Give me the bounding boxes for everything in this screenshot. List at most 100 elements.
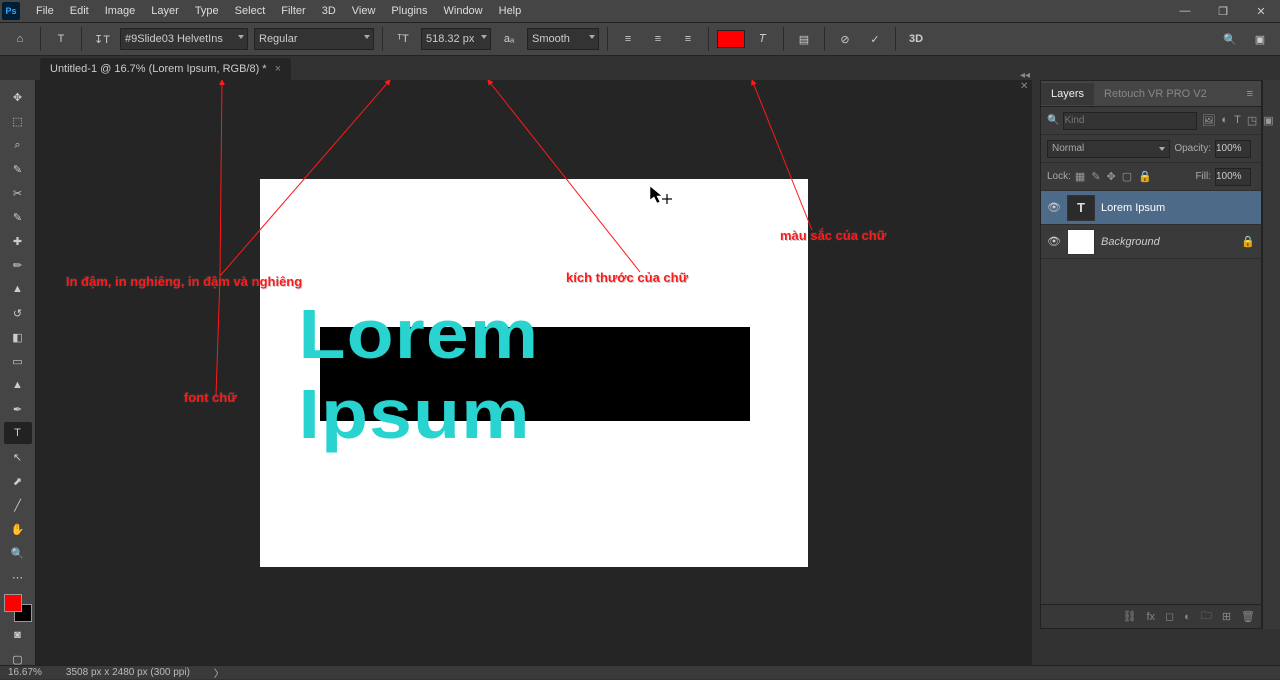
menu-edit[interactable]: Edit <box>62 2 97 20</box>
marquee-tool[interactable]: ⬚ <box>4 110 32 132</box>
align-center-icon[interactable]: ≡ <box>646 27 670 51</box>
layer-style-icon[interactable]: fx <box>1146 611 1155 623</box>
character-panel-icon[interactable]: ▤ <box>792 27 816 51</box>
annotation-font-color: màu sắc của chữ <box>780 228 886 243</box>
three-d-icon[interactable]: 3D <box>904 27 928 51</box>
adjustment-icon[interactable]: ◐ <box>1184 611 1191 623</box>
menu-layer[interactable]: Layer <box>143 2 187 20</box>
link-layers-icon[interactable]: ⛓ <box>1122 610 1136 623</box>
eyedropper-tool[interactable]: ✎ <box>4 206 32 228</box>
path-select-tool[interactable]: ↖ <box>4 446 32 468</box>
quick-select-tool[interactable]: ✎ <box>4 158 32 180</box>
layer-item-background[interactable]: 👁 Background 🔒 <box>1041 225 1261 259</box>
font-size-value: 518.32 px <box>426 33 474 45</box>
move-tool[interactable]: ✥ <box>4 86 32 108</box>
text-color-swatch[interactable] <box>717 30 745 48</box>
menu-window[interactable]: Window <box>436 2 491 20</box>
menu-3d[interactable]: 3D <box>314 2 344 20</box>
document-tab[interactable]: Untitled-1 @ 16.7% (Lorem Ipsum, RGB/8) … <box>40 58 291 80</box>
cancel-icon[interactable]: ⊘ <box>833 27 857 51</box>
stamp-tool[interactable]: ▲ <box>4 278 32 300</box>
menu-file[interactable]: File <box>28 2 62 20</box>
text-orientation-icon[interactable]: ↧T <box>90 27 114 51</box>
menu-type[interactable]: Type <box>187 2 227 20</box>
layer-item-text[interactable]: 👁 T Lorem Ipsum <box>1041 191 1261 225</box>
menu-select[interactable]: Select <box>227 2 274 20</box>
opacity-input[interactable] <box>1215 140 1251 158</box>
layer-filter-input[interactable] <box>1063 112 1197 130</box>
lock-artboard-icon[interactable]: ▢ <box>1122 170 1132 183</box>
pen-tool[interactable]: ✒ <box>4 398 32 420</box>
fill-label: Fill: <box>1195 171 1211 182</box>
panel-menu-icon[interactable]: ≡ <box>1239 88 1261 100</box>
home-icon[interactable]: ⌂ <box>8 27 32 51</box>
close-tab-icon[interactable]: × <box>275 63 281 75</box>
gradient-tool[interactable]: ▭ <box>4 350 32 372</box>
direct-select-tool[interactable]: ⬈ <box>4 470 32 492</box>
filter-shape-icon[interactable]: ◳ <box>1247 114 1257 127</box>
layer-mask-icon[interactable]: ◻ <box>1165 610 1174 623</box>
menu-help[interactable]: Help <box>491 2 530 20</box>
fill-input[interactable] <box>1215 168 1251 186</box>
lock-all-icon[interactable]: 🔒 <box>1138 170 1152 183</box>
font-size-dropdown[interactable]: 518.32 px <box>421 28 491 50</box>
line-tool[interactable]: ╱ <box>4 494 32 516</box>
canvas-area[interactable]: Lorem Ipsum In đậm, in nghiêng, in đậm v… <box>36 80 1032 665</box>
filter-adjust-icon[interactable]: ◐ <box>1221 114 1228 127</box>
visibility-toggle-icon[interactable]: 👁 <box>1047 235 1061 249</box>
lock-brush-icon[interactable]: ✎ <box>1091 170 1100 183</box>
align-right-icon[interactable]: ≡ <box>676 27 700 51</box>
type-tool[interactable]: T <box>4 422 32 444</box>
font-family-dropdown[interactable]: #9Slide03 HelvetIns <box>120 28 248 50</box>
layers-panel-footer: ⛓ fx ◻ ◐ 🗀 ⊞ 🗑 <box>1041 604 1261 628</box>
window-minimize[interactable]: — <box>1166 0 1204 22</box>
align-left-icon[interactable]: ≡ <box>616 27 640 51</box>
edit-toolbar[interactable]: ⋯ <box>4 566 32 588</box>
zoom-tool[interactable]: 🔍 <box>4 542 32 564</box>
zoom-readout[interactable]: 16.67% <box>8 667 42 678</box>
tab-retouch[interactable]: Retouch VR PRO V2 <box>1094 83 1217 105</box>
lasso-tool[interactable]: ⌕ <box>4 134 32 156</box>
lock-position-icon[interactable]: ✥ <box>1107 170 1116 183</box>
lock-pixels-icon[interactable]: ▦ <box>1075 170 1085 183</box>
eraser-tool[interactable]: ◧ <box>4 326 32 348</box>
opacity-label: Opacity: <box>1174 143 1211 154</box>
workspace-switcher-icon[interactable]: ▣ <box>1248 27 1272 51</box>
antialias-dropdown[interactable]: Smooth <box>527 28 599 50</box>
new-layer-icon[interactable]: ⊞ <box>1222 610 1231 623</box>
warp-text-icon[interactable]: 𝑇 <box>751 27 775 51</box>
layer-thumbnail[interactable]: T <box>1067 195 1095 221</box>
hand-tool[interactable]: ✋ <box>4 518 32 540</box>
filter-smart-icon[interactable]: ▣ <box>1263 114 1273 127</box>
layer-thumbnail[interactable] <box>1067 229 1095 255</box>
filter-image-icon[interactable]: 🖼 <box>1201 114 1215 127</box>
panel-collapse[interactable]: ◂◂ ✕ <box>1020 70 1040 92</box>
menu-view[interactable]: View <box>344 2 384 20</box>
search-icon[interactable]: 🔍 <box>1218 27 1242 51</box>
status-caret-icon[interactable]: 〉 <box>214 665 224 680</box>
menu-plugins[interactable]: Plugins <box>383 2 435 20</box>
menu-filter[interactable]: Filter <box>273 2 313 20</box>
visibility-toggle-icon[interactable]: 👁 <box>1047 201 1061 215</box>
filter-type-icon[interactable]: T <box>1234 114 1241 127</box>
color-swatches[interactable] <box>4 594 32 622</box>
delete-layer-icon[interactable]: 🗑 <box>1241 610 1255 623</box>
commit-icon[interactable]: ✓ <box>863 27 887 51</box>
foreground-color[interactable] <box>4 594 22 612</box>
healing-tool[interactable]: ✚ <box>4 230 32 252</box>
quickmask-tool[interactable]: ◙ <box>4 624 32 646</box>
artboard[interactable]: Lorem Ipsum <box>260 179 808 567</box>
window-restore[interactable]: ❐ <box>1204 0 1242 22</box>
blend-mode-dropdown[interactable]: Normal <box>1047 140 1170 158</box>
history-brush-tool[interactable]: ↺ <box>4 302 32 324</box>
text-layer-selection[interactable]: Lorem Ipsum <box>320 327 750 421</box>
brush-tool[interactable]: ✏ <box>4 254 32 276</box>
blur-tool[interactable]: ▲ <box>4 374 32 396</box>
tab-layers[interactable]: Layers <box>1041 83 1094 105</box>
group-icon[interactable]: 🗀 <box>1201 607 1212 626</box>
font-style-dropdown[interactable]: Regular <box>254 28 374 50</box>
menu-image[interactable]: Image <box>97 2 144 20</box>
collapsed-panel-strip[interactable] <box>1262 80 1280 629</box>
crop-tool[interactable]: ✂ <box>4 182 32 204</box>
window-close[interactable]: ✕ <box>1242 0 1280 22</box>
